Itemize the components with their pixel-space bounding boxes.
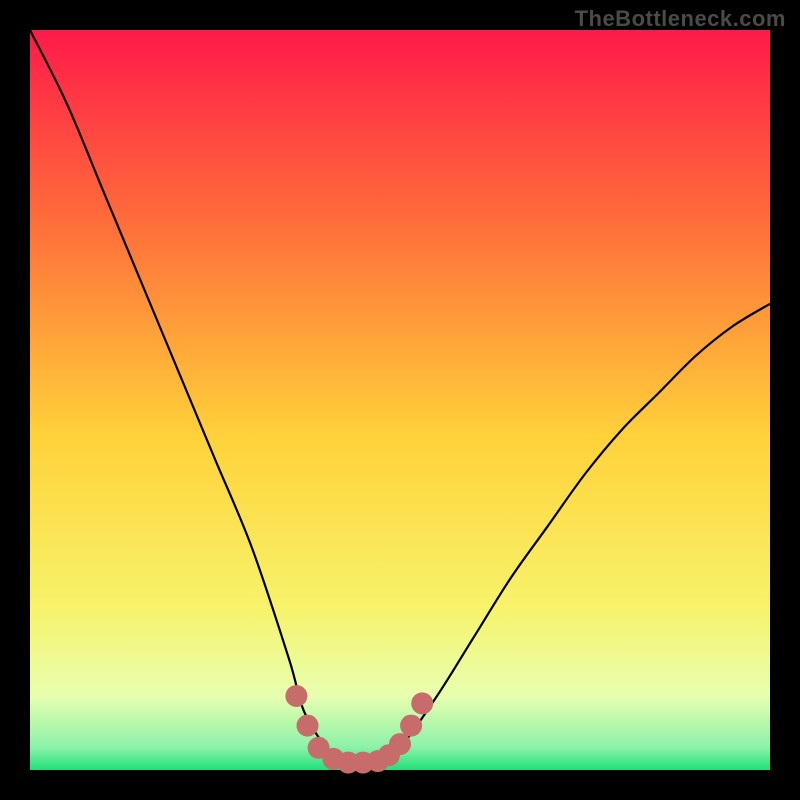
attribution-label: TheBottleneck.com [575,6,786,32]
plot-background [30,30,770,770]
highlight-dot [285,685,307,707]
highlight-dot [297,715,319,737]
highlight-dot [389,733,411,755]
bottleneck-chart [0,0,800,800]
chart-frame: TheBottleneck.com [0,0,800,800]
highlight-dot [411,692,433,714]
highlight-dot [400,715,422,737]
